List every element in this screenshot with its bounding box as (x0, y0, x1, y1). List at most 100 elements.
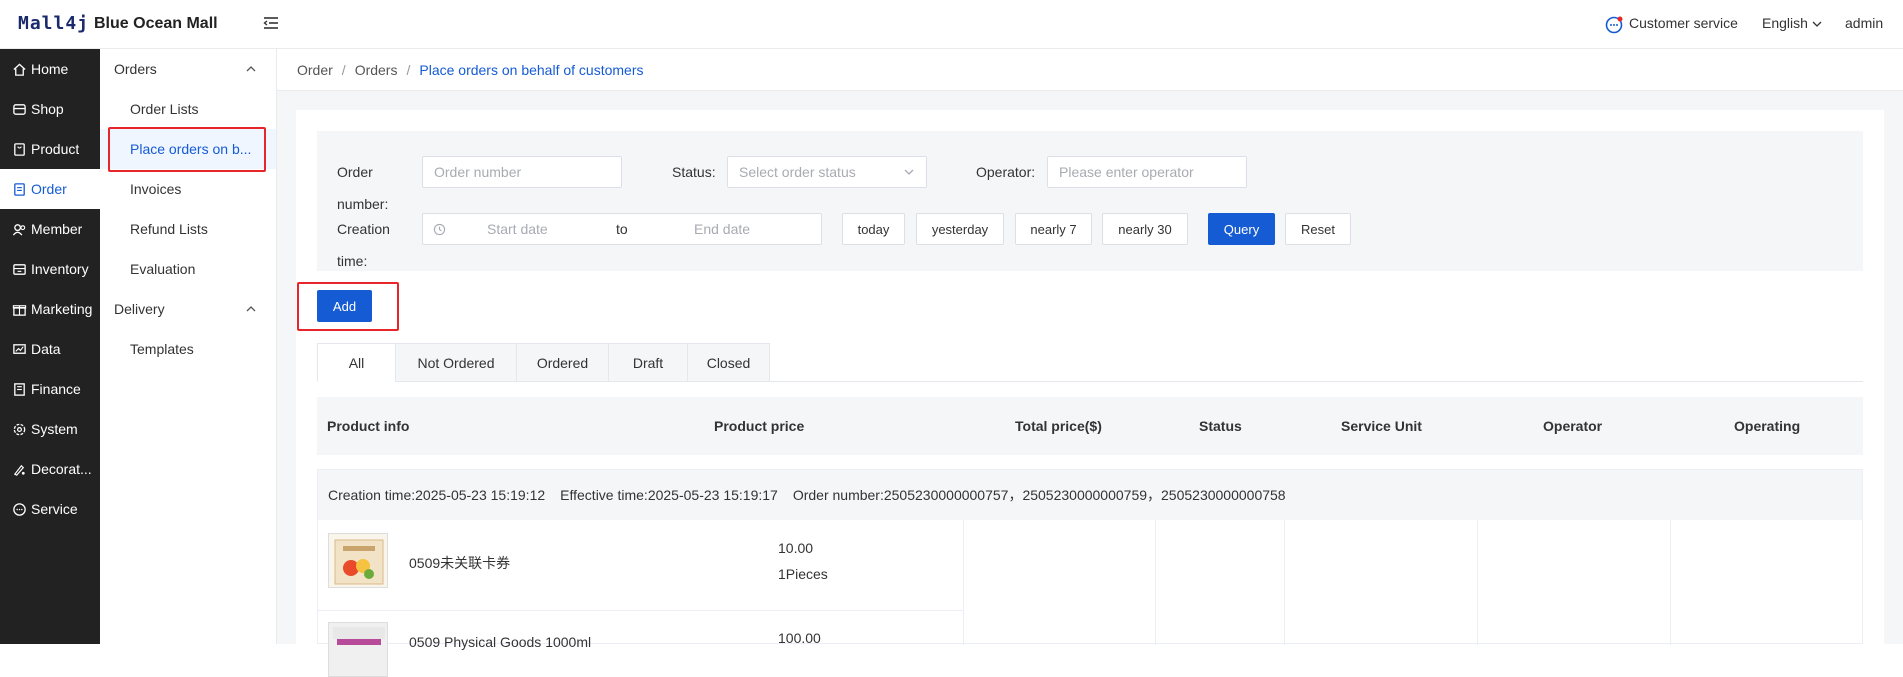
add-button[interactable]: Add (317, 290, 372, 322)
status-select[interactable]: Select order status (727, 156, 927, 188)
nav-marketing[interactable]: Marketing (0, 289, 100, 329)
cell-divider (1284, 520, 1285, 645)
yesterday-button[interactable]: yesterday (916, 213, 1004, 245)
sub-item-label: Order Lists (130, 101, 199, 117)
nav-system[interactable]: System (0, 409, 100, 449)
marketing-icon (12, 304, 27, 316)
sub-group-orders[interactable]: Orders (100, 49, 276, 89)
inventory-icon (13, 263, 26, 275)
start-date-input[interactable]: Start date (487, 221, 548, 237)
sub-item-invoices[interactable]: Invoices (100, 169, 276, 209)
nav-label: System (31, 421, 78, 437)
product-quantity: 1Pieces (778, 566, 828, 582)
brand-logo[interactable]: Mall4j (18, 13, 89, 34)
clock-icon (433, 223, 446, 235)
nav-decoration[interactable]: Decorat... (0, 449, 100, 489)
nav-finance[interactable]: Finance (0, 369, 100, 409)
shop-icon (13, 103, 26, 115)
sub-item-templates[interactable]: Templates (100, 329, 276, 369)
nav-order[interactable]: Order (0, 169, 100, 209)
language-selector[interactable]: English (1762, 15, 1822, 31)
sub-group-delivery[interactable]: Delivery (100, 289, 276, 329)
app-title: Blue Ocean Mall (94, 15, 218, 32)
nav-label: Inventory (31, 261, 89, 277)
query-button[interactable]: Query (1208, 213, 1275, 245)
nav-label: Product (31, 141, 80, 157)
cell-divider (1155, 520, 1156, 645)
product-image[interactable] (328, 533, 388, 588)
system-icon (13, 423, 26, 435)
nav-label: Home (31, 61, 69, 77)
breadcrumb-item[interactable]: Order (297, 62, 333, 78)
nearly-30-button[interactable]: nearly 30 (1102, 213, 1188, 245)
top-header: Mall4j Blue Ocean Mall Customer service … (0, 0, 1903, 49)
language-label: English (1762, 15, 1808, 31)
service-icon (13, 502, 26, 516)
tab-draft[interactable]: Draft (608, 343, 688, 382)
cell-divider (1477, 520, 1478, 645)
sub-item-refund-lists[interactable]: Refund Lists (100, 209, 276, 249)
breadcrumb-current: Place orders on behalf of customers (419, 61, 644, 78)
status-label: Status: (672, 164, 716, 180)
effective-time: Effective time:2025-05-23 15:19:17 (560, 487, 778, 503)
customer-service-link[interactable]: Customer service (1629, 15, 1738, 31)
tab-closed[interactable]: Closed (687, 343, 770, 382)
sub-item-label: Evaluation (130, 261, 196, 277)
main-sidebar: Home Shop Product Order Member Inventory… (0, 49, 100, 644)
nav-data[interactable]: Data (0, 329, 100, 369)
row-divider (318, 610, 963, 611)
nav-member[interactable]: Member (0, 209, 100, 249)
order-number-input[interactable]: Order number (422, 156, 622, 188)
tab-all[interactable]: All (317, 343, 396, 382)
collapse-sidebar-icon[interactable] (262, 14, 280, 32)
member-icon (12, 223, 26, 236)
cell-divider (963, 520, 964, 645)
table-header: Product info Product price Total price($… (317, 397, 1863, 455)
th-status: Status (1199, 418, 1242, 434)
breadcrumb-separator: / (341, 61, 346, 78)
decoration-icon (13, 464, 25, 476)
customer-service-icon[interactable] (1605, 16, 1623, 34)
nav-label: Finance (31, 381, 81, 397)
nearly-7-button[interactable]: nearly 7 (1015, 213, 1092, 245)
date-range-picker[interactable]: Start date to End date (422, 213, 822, 245)
sub-sidebar: Orders Order Lists Place orders on b... … (100, 49, 277, 644)
sub-item-order-lists[interactable]: Order Lists (100, 89, 276, 129)
sub-item-label: Invoices (130, 181, 182, 197)
home-icon (13, 62, 26, 76)
product-name[interactable]: 0509未关联卡券 (409, 553, 510, 573)
operator-input[interactable]: Please enter operator (1047, 156, 1247, 188)
breadcrumb-item[interactable]: Orders (355, 62, 398, 78)
tab-not-ordered[interactable]: Not Ordered (395, 343, 517, 382)
nav-shop[interactable]: Shop (0, 89, 100, 129)
finance-icon (14, 382, 25, 396)
breadcrumb: Order / Orders / Place orders on behalf … (277, 49, 1903, 91)
product-price: 10.00 (778, 540, 814, 556)
nav-label: Decorat... (31, 461, 92, 477)
nav-label: Service (31, 501, 78, 517)
nav-label: Marketing (31, 301, 93, 317)
sub-item-label: Refund Lists (130, 221, 208, 237)
today-button[interactable]: today (842, 213, 905, 245)
product-name[interactable]: 0509 Physical Goods 1000ml (409, 634, 591, 650)
nav-service[interactable]: Service (0, 489, 100, 529)
nav-product[interactable]: Product (0, 129, 100, 169)
end-date-input[interactable]: End date (694, 221, 750, 237)
status-tabs: All Not Ordered Ordered Draft Closed (317, 343, 1863, 382)
tab-ordered[interactable]: Ordered (516, 343, 609, 382)
order-number-label: Order (337, 164, 373, 180)
cell-divider (1670, 520, 1671, 645)
nav-inventory[interactable]: Inventory (0, 249, 100, 289)
range-separator: to (616, 221, 628, 237)
reset-button[interactable]: Reset (1285, 213, 1351, 245)
product-image[interactable] (328, 622, 388, 677)
sub-item-place-orders[interactable]: Place orders on b... (100, 129, 276, 169)
user-menu[interactable]: admin (1845, 15, 1883, 31)
nav-home[interactable]: Home (0, 49, 100, 89)
creation-time-label-cont: time: (337, 253, 368, 269)
filter-panel (317, 131, 1863, 271)
order-numbers: Order number:2505230000000757，2505230000… (792, 487, 1286, 503)
order-meta: Creation time:2025-05-23 15:19:12 Effect… (318, 470, 1862, 520)
sub-item-evaluation[interactable]: Evaluation (100, 249, 276, 289)
creation-time: Creation time:2025-05-23 15:19:12 (328, 487, 546, 503)
